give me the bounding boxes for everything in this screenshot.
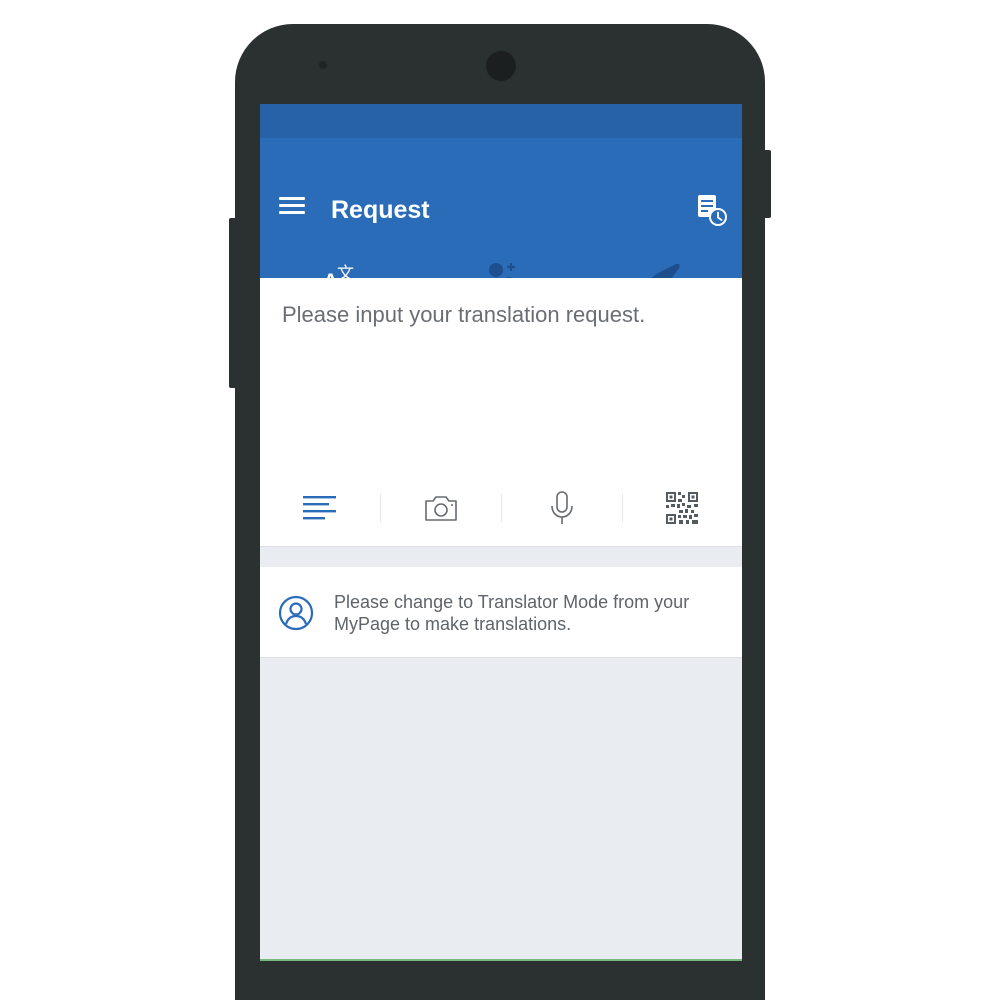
page: Request A 文: [0, 0, 1000, 1000]
hamburger-menu-icon[interactable]: [279, 197, 305, 217]
front-camera: [486, 51, 516, 81]
text-input-button[interactable]: [260, 472, 380, 544]
translation-request-input[interactable]: [282, 300, 722, 450]
sensor-dot: [318, 60, 328, 70]
page-title: Request: [331, 196, 430, 224]
input-tools: [260, 472, 742, 544]
microphone-icon: [551, 491, 573, 524]
text-input-icon: [303, 496, 336, 520]
request-history-icon[interactable]: [696, 193, 728, 227]
notice-text: Please change to Translator Mode from yo…: [334, 592, 690, 634]
app-bar: Request A 文: [260, 138, 742, 310]
camera-button[interactable]: [381, 472, 501, 544]
translator-mode-notice: Please change to Translator Mode from yo…: [260, 567, 742, 658]
qr-scan-button[interactable]: [622, 472, 742, 544]
user-profile-icon: [278, 595, 314, 631]
camera-icon: [425, 496, 457, 521]
voice-input-button[interactable]: [502, 472, 622, 544]
request-card: [260, 278, 742, 547]
qr-code-icon: [666, 492, 698, 524]
status-bar: [260, 104, 742, 138]
app-screen: Request A 文: [260, 104, 742, 961]
